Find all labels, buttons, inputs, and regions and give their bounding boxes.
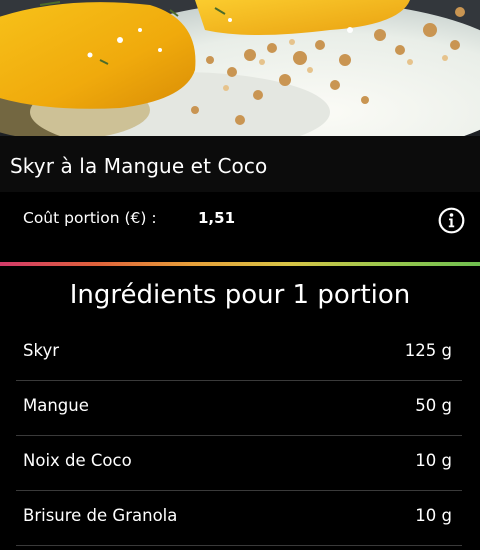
ingredient-name: Mangue [23, 396, 89, 415]
ingredient-row: Skyr 125 g [16, 326, 462, 381]
ingredient-name: Brisure de Granola [23, 506, 178, 525]
ingredient-name: Noix de Coco [23, 451, 132, 470]
ingredient-quantity: 10 g [415, 506, 452, 525]
ingredient-row: Noix de Coco 10 g [16, 436, 462, 491]
ingredient-name: Skyr [23, 341, 59, 360]
ingredient-row: Mangue 50 g [16, 381, 462, 436]
ingredient-row: Brisure de Granola 10 g [16, 491, 462, 546]
ingredient-quantity: 10 g [415, 451, 452, 470]
ingredient-quantity: 50 g [415, 396, 452, 415]
recipe-title: Skyr à la Mangue et Coco [10, 154, 268, 178]
cost-value: 1,51 [198, 209, 236, 227]
ingredients-heading: Ingrédients pour 1 portion [69, 280, 411, 310]
recipe-photo [0, 0, 480, 136]
ingredient-list: Skyr 125 g Mangue 50 g Noix de Coco 10 g… [0, 326, 480, 546]
info-icon[interactable] [438, 207, 465, 234]
cost-label: Coût portion (€) : [23, 209, 157, 227]
rainbow-divider [0, 262, 480, 266]
ingredient-quantity: 125 g [404, 341, 452, 360]
